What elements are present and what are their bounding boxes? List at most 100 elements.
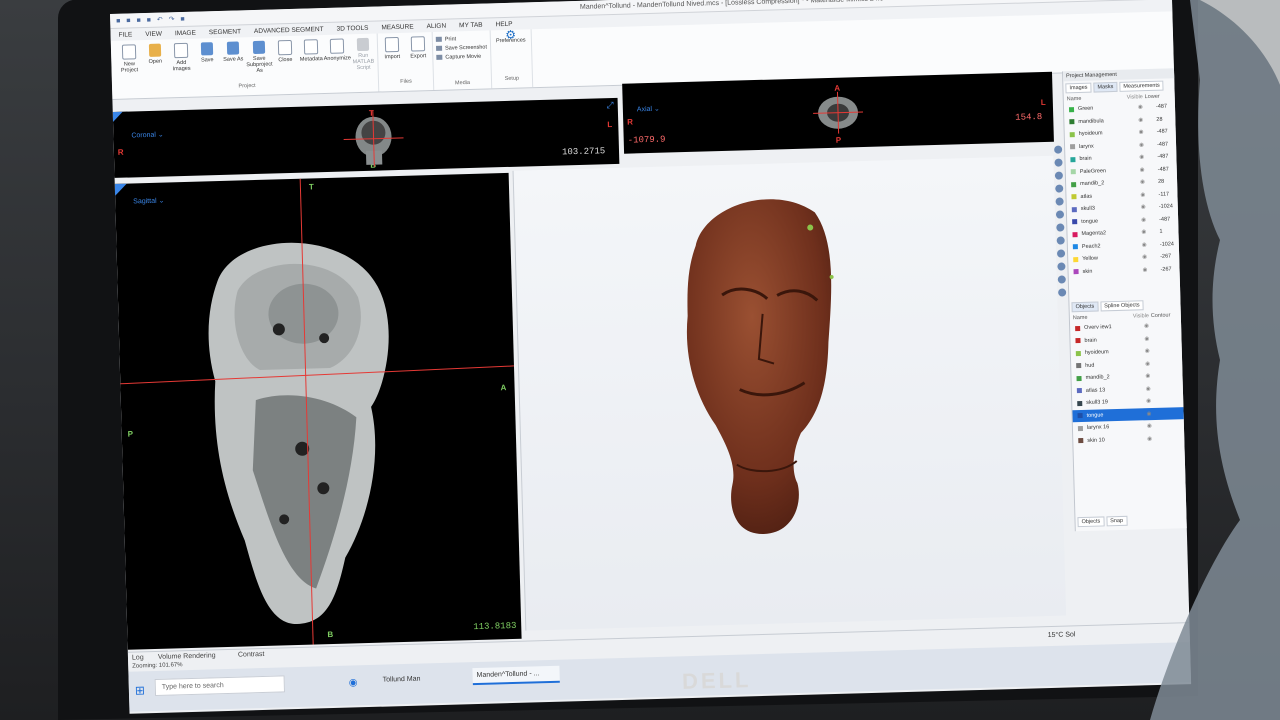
3d-head-render[interactable]: [664, 182, 854, 547]
axial-value-right: 154.8: [1015, 112, 1043, 123]
menu-view[interactable]: VIEW: [145, 30, 162, 37]
reset-view-icon[interactable]: [1055, 210, 1065, 219]
zoom-status: Zooming: 101.67%: [132, 662, 183, 670]
column-visible[interactable]: Visible: [1127, 94, 1145, 100]
save-as-button[interactable]: Save As: [222, 39, 245, 84]
maximize-icon[interactable]: ⤢: [606, 100, 614, 111]
menu-advanced-segment[interactable]: ADVANCED SEGMENT: [254, 26, 324, 35]
axial-view[interactable]: Axial ⌄ R L A P -1079.9 154.8: [622, 71, 1054, 154]
export-button[interactable]: Export: [407, 34, 430, 79]
eye-icon[interactable]: [1057, 262, 1066, 271]
menu-segment[interactable]: SEGMENT: [209, 28, 241, 36]
mask-color-swatch: [1069, 131, 1075, 137]
anonymize-button[interactable]: Anonymize: [324, 36, 351, 81]
menu-image[interactable]: IMAGE: [175, 29, 196, 37]
tab-log[interactable]: Log: [132, 654, 144, 661]
3d-view[interactable]: [512, 155, 1067, 631]
mask-color-swatch: [1072, 231, 1078, 237]
coronal-right-orientation: L: [607, 120, 613, 130]
zoom-icon[interactable]: [1054, 171, 1063, 180]
sagittal-bottom-orientation: B: [327, 630, 334, 640]
tab-masks[interactable]: Masks: [1093, 81, 1118, 93]
object-color-swatch: [1077, 400, 1083, 406]
menu-help[interactable]: HELP: [495, 20, 512, 27]
menu-3d-tools[interactable]: 3D TOOLS: [336, 24, 368, 32]
menu-measure[interactable]: MEASURE: [381, 23, 413, 31]
sagittal-label[interactable]: Sagittal ⌄: [133, 197, 164, 206]
taskbar-search[interactable]: Type here to search: [154, 675, 285, 697]
mask-name: skull3: [1080, 205, 1095, 213]
orientation-icon[interactable]: [1055, 197, 1064, 206]
object-name: skull3 19: [1086, 399, 1109, 407]
menu-align[interactable]: ALIGN: [427, 22, 447, 30]
save-subproject-icon: [252, 40, 266, 55]
panel-bottom-tabs: Objects Snap: [1075, 514, 1129, 529]
object-color-swatch: [1076, 375, 1082, 381]
add-images-icon: [173, 42, 189, 59]
transparency-icon[interactable]: [1056, 223, 1065, 232]
camera-icon[interactable]: [1058, 288, 1067, 297]
edge-icon[interactable]: ◉: [349, 677, 358, 688]
light-icon[interactable]: [1056, 249, 1066, 258]
mask-name: atlas: [1080, 193, 1093, 200]
save-screenshot-button[interactable]: Save Screenshot: [436, 44, 487, 51]
import-icon: [384, 36, 400, 53]
menu-file[interactable]: FILE: [118, 31, 132, 38]
coronal-slice-value: 103.2715: [561, 146, 606, 158]
tab-images[interactable]: Images: [1065, 82, 1092, 94]
save-button[interactable]: Save: [196, 40, 219, 85]
coronal-label[interactable]: Coronal ⌄: [131, 131, 164, 140]
print-button[interactable]: Print: [436, 35, 487, 42]
anonymize-icon: [329, 38, 345, 54]
ribbon-group-files: Import Export Files: [377, 31, 435, 92]
taskbar-item-mimics[interactable]: Manden^Tollund - ...: [472, 665, 560, 686]
ribbon-caption-media: Media: [454, 79, 471, 87]
open-button[interactable]: Open: [144, 41, 167, 86]
grid-icon[interactable]: [1057, 275, 1066, 284]
tab-volume-rendering[interactable]: Volume Rendering: [158, 652, 216, 661]
column-visible[interactable]: Visible: [1133, 313, 1151, 319]
mask-color-swatch: [1073, 256, 1079, 262]
capture-movie-button[interactable]: Capture Movie: [436, 53, 487, 61]
mask-color-swatch: [1071, 206, 1077, 212]
run-matlab-script-button[interactable]: Run MATLAB Script: [352, 36, 375, 81]
axial-label[interactable]: Axial ⌄: [637, 105, 660, 114]
tab-objects-bottom[interactable]: Objects: [1077, 516, 1105, 528]
add-images-button[interactable]: Add Images: [170, 41, 193, 86]
windows-start-icon[interactable]: ⊞: [135, 683, 145, 697]
save-subproject-button[interactable]: Save Subproject As: [246, 39, 273, 84]
export-icon: [410, 36, 426, 52]
preferences-button[interactable]: ⚙ Preferences: [494, 28, 529, 76]
new-project-button[interactable]: New Project: [118, 42, 141, 87]
tab-spline-objects[interactable]: Spline Objects: [1100, 300, 1144, 312]
import-button[interactable]: Import: [381, 35, 404, 80]
ribbon-group-project: New Project Open Add Images Save Save As…: [114, 33, 380, 99]
mask-name: mandib_2: [1080, 180, 1105, 188]
quick-access-toolbar[interactable]: ■ ■ ■ ■ ↶ ↷ ■: [116, 15, 187, 25]
mask-name: PaleGreen: [1079, 168, 1107, 175]
mask-name: Green: [1077, 105, 1094, 113]
mask-color-swatch: [1070, 169, 1076, 175]
pan-icon[interactable]: [1054, 158, 1063, 167]
object-color-swatch: [1078, 438, 1084, 444]
tab-snap[interactable]: Snap: [1106, 515, 1128, 527]
sagittal-view[interactable]: Sagittal ⌄ T B P A 113.8183: [114, 172, 522, 650]
close-button[interactable]: Close: [274, 38, 297, 83]
tab-objects[interactable]: Objects: [1071, 301, 1099, 313]
rotate-icon[interactable]: [1054, 145, 1063, 154]
tab-contrast[interactable]: Contrast: [238, 651, 265, 659]
taskbar-item-tollund-man[interactable]: Tollund Man: [378, 671, 440, 688]
mask-name: larynx: [1079, 143, 1094, 150]
axial-value-left: -1079.9: [627, 134, 666, 146]
mask-name: Magenta2: [1081, 230, 1107, 238]
coronal-view[interactable]: Coronal ⌄ R L T B 103.2715 ⤢: [112, 97, 620, 178]
coronal-left-orientation: R: [117, 147, 124, 157]
close-project-icon: [277, 39, 293, 56]
menu-my-tab[interactable]: MY TAB: [459, 21, 483, 29]
cube-icon[interactable]: [1056, 236, 1065, 245]
metadata-button[interactable]: Metadata: [300, 37, 323, 82]
view-corner-marker: [114, 183, 128, 196]
clip-icon[interactable]: [1055, 184, 1064, 193]
photo-scene: ■ ■ ■ ■ ↶ ↷ ■ Manden^Tollund - MandenTol…: [0, 0, 1280, 720]
weather-tray[interactable]: 15°C Sol: [1048, 631, 1076, 639]
